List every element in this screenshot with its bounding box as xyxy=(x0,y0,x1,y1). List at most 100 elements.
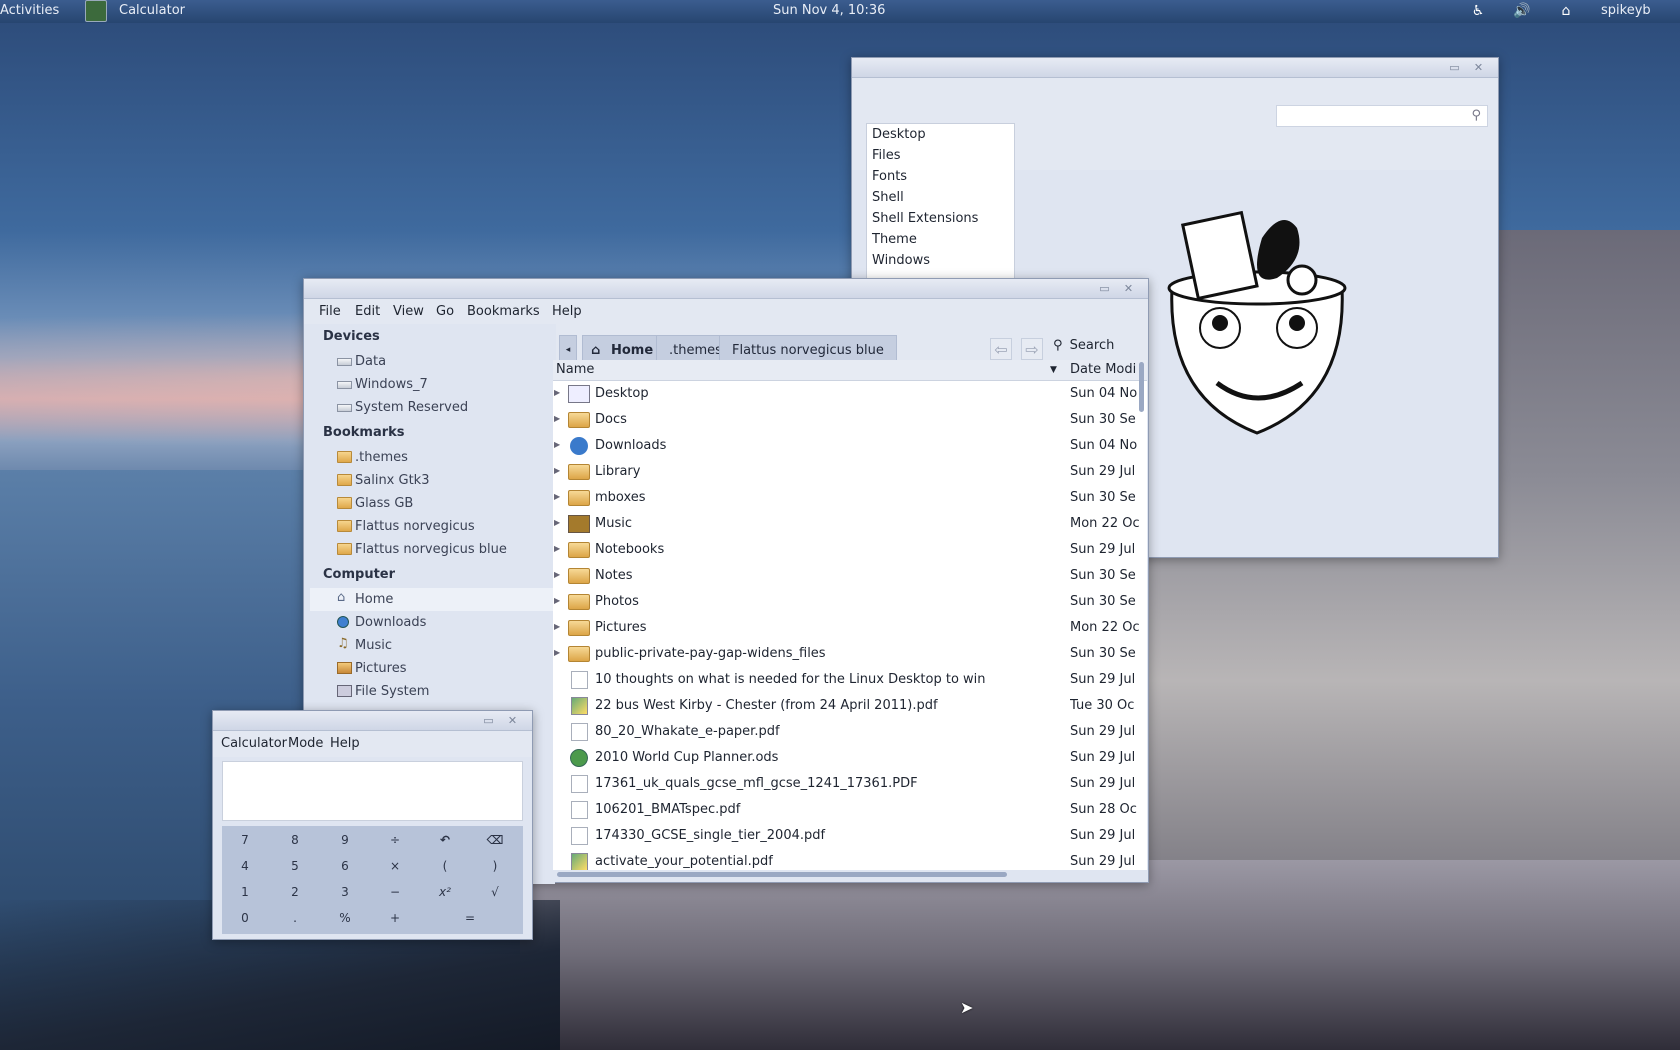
key-8[interactable]: 8 xyxy=(272,828,318,852)
key-3[interactable]: 3 xyxy=(322,880,368,904)
scrollbar-thumb[interactable] xyxy=(557,872,1007,877)
key-4[interactable]: 4 xyxy=(222,854,268,878)
expander-icon[interactable]: ▶ xyxy=(554,518,560,527)
file-row[interactable]: 174330_GCSE_single_tier_2004.pdf Sun 29 J… xyxy=(553,823,1147,849)
menu-view[interactable]: View xyxy=(393,304,424,319)
menu-calculator[interactable]: Calculator xyxy=(221,736,287,751)
key-0[interactable]: 0 xyxy=(222,906,268,930)
key-multiply[interactable]: × xyxy=(372,854,418,878)
menu-help[interactable]: Help xyxy=(552,304,582,319)
horizontal-scrollbar[interactable] xyxy=(553,870,1147,879)
category-shell-extensions[interactable]: Shell Extensions xyxy=(867,208,1014,229)
key-5[interactable]: 5 xyxy=(272,854,318,878)
sort-descending-icon[interactable]: ▼ xyxy=(1050,365,1057,375)
sidebar-item-themes[interactable]: .themes xyxy=(310,446,555,469)
menu-bookmarks[interactable]: Bookmarks xyxy=(467,304,540,319)
app-menu[interactable]: Calculator xyxy=(119,3,185,18)
tweak-titlebar[interactable]: ▭ ✕ xyxy=(852,58,1498,78)
file-row[interactable]: ▶ Notes Sun 30 Se xyxy=(553,563,1147,589)
volume-icon[interactable]: 🔊 xyxy=(1513,3,1530,19)
sidebar-item-data[interactable]: Data xyxy=(310,350,555,373)
user-menu[interactable]: spikeyb xyxy=(1601,3,1651,18)
key-percent[interactable]: % xyxy=(322,906,368,930)
expander-icon[interactable]: ▶ xyxy=(554,544,560,553)
key-decimal[interactable]: . xyxy=(272,906,318,930)
file-row[interactable]: ▶ mboxes Sun 30 Se xyxy=(553,485,1147,511)
key-square[interactable]: x² xyxy=(422,880,468,904)
key-subtract[interactable]: − xyxy=(372,880,418,904)
vertical-scrollbar[interactable] xyxy=(1137,362,1146,870)
search-button[interactable]: ⚲ Search xyxy=(1053,338,1114,353)
menu-mode[interactable]: Mode xyxy=(288,736,323,751)
accessibility-icon[interactable]: ♿ xyxy=(1470,3,1486,19)
close-icon[interactable]: ✕ xyxy=(1472,61,1485,74)
backspace-icon[interactable]: ⌫ xyxy=(472,828,518,852)
minimize-icon[interactable]: ▭ xyxy=(1098,282,1111,295)
calculator-display[interactable] xyxy=(222,761,523,821)
key-9[interactable]: 9 xyxy=(322,828,368,852)
menu-edit[interactable]: Edit xyxy=(355,304,380,319)
file-row[interactable]: 10 thoughts on what is needed for the Li… xyxy=(553,667,1147,693)
sidebar-item-filesystem[interactable]: File System xyxy=(310,680,555,703)
undo-icon[interactable]: ↶ xyxy=(422,828,468,852)
network-icon[interactable]: ⌂ xyxy=(1558,3,1574,19)
key-7[interactable]: 7 xyxy=(222,828,268,852)
sidebar-item-pictures[interactable]: Pictures xyxy=(310,657,555,680)
file-row[interactable]: ▶ Downloads Sun 04 No xyxy=(553,433,1147,459)
file-row[interactable]: 17361_uk_quals_gcse_mfl_gcse_1241_17361.… xyxy=(553,771,1147,797)
file-row[interactable]: ▶ Library Sun 29 Jul xyxy=(553,459,1147,485)
menu-go[interactable]: Go xyxy=(436,304,454,319)
expander-icon[interactable]: ▶ xyxy=(554,440,560,449)
clock[interactable]: Sun Nov 4, 10:36 xyxy=(773,3,885,18)
key-add[interactable]: + xyxy=(372,906,418,930)
file-row[interactable]: ▶ Pictures Mon 22 Oc xyxy=(553,615,1147,641)
sidebar-item-flattus-blue[interactable]: Flattus norvegicus blue xyxy=(310,538,555,561)
category-fonts[interactable]: Fonts xyxy=(867,166,1014,187)
expander-icon[interactable]: ▶ xyxy=(554,622,560,631)
menu-file[interactable]: File xyxy=(319,304,341,319)
sidebar-item-windows7[interactable]: Windows_7 xyxy=(310,373,555,396)
key-2[interactable]: 2 xyxy=(272,880,318,904)
sidebar-item-glass-gb[interactable]: Glass GB xyxy=(310,492,555,515)
expander-icon[interactable]: ▶ xyxy=(554,570,560,579)
minimize-icon[interactable]: ▭ xyxy=(1448,61,1461,74)
key-equals[interactable]: = xyxy=(422,906,518,930)
file-row[interactable]: ▶ Notebooks Sun 29 Jul xyxy=(553,537,1147,563)
sidebar-item-home[interactable]: ⌂ Home xyxy=(310,588,555,611)
menu-help[interactable]: Help xyxy=(330,736,360,751)
category-desktop[interactable]: Desktop xyxy=(867,124,1014,145)
key-1[interactable]: 1 xyxy=(222,880,268,904)
key-open-paren[interactable]: ( xyxy=(422,854,468,878)
file-row[interactable]: 106201_BMATspec.pdf Sun 28 Oc xyxy=(553,797,1147,823)
expander-icon[interactable]: ▶ xyxy=(554,648,560,657)
close-icon[interactable]: ✕ xyxy=(506,714,519,727)
sidebar-item-downloads[interactable]: Downloads xyxy=(310,611,555,634)
sidebar-item-salinx[interactable]: Salinx Gtk3 xyxy=(310,469,555,492)
file-row[interactable]: ▶ public-private-pay-gap-widens_files Sun … xyxy=(553,641,1147,667)
file-row[interactable]: ▶ Music Mon 22 Oc xyxy=(553,511,1147,537)
key-divide[interactable]: ÷ xyxy=(372,828,418,852)
file-row[interactable]: 80_20_Whakate_e-paper.pdf Sun 29 Jul xyxy=(553,719,1147,745)
back-arrow-icon[interactable]: ⇦ xyxy=(990,338,1012,360)
category-windows[interactable]: Windows xyxy=(867,250,1014,271)
column-name-header[interactable]: Name xyxy=(556,362,594,377)
sidebar-item-music[interactable]: ♫ Music xyxy=(310,634,555,657)
category-files[interactable]: Files xyxy=(867,145,1014,166)
calculator-titlebar[interactable]: ▭ ✕ xyxy=(213,711,532,731)
file-row[interactable]: ▶ Docs Sun 30 Se xyxy=(553,407,1147,433)
key-6[interactable]: 6 xyxy=(322,854,368,878)
sidebar-item-system-reserved[interactable]: System Reserved xyxy=(310,396,555,419)
minimize-icon[interactable]: ▭ xyxy=(482,714,495,727)
forward-arrow-icon[interactable]: ⇨ xyxy=(1021,338,1043,360)
expander-icon[interactable]: ▶ xyxy=(554,414,560,423)
file-manager-titlebar[interactable]: ▭ ✕ xyxy=(304,279,1148,299)
key-close-paren[interactable]: ) xyxy=(472,854,518,878)
sidebar-item-flattus[interactable]: Flattus norvegicus xyxy=(310,515,555,538)
file-row[interactable]: 22 bus West Kirby - Chester (from 24 Apr… xyxy=(553,693,1147,719)
file-row[interactable]: ▶ Desktop Sun 04 No xyxy=(553,381,1147,407)
expander-icon[interactable]: ▶ xyxy=(554,388,560,397)
category-theme[interactable]: Theme xyxy=(867,229,1014,250)
file-row[interactable]: 2010 World Cup Planner.ods Sun 29 Jul xyxy=(553,745,1147,771)
expander-icon[interactable]: ▶ xyxy=(554,596,560,605)
file-row[interactable]: ▶ Photos Sun 30 Se xyxy=(553,589,1147,615)
